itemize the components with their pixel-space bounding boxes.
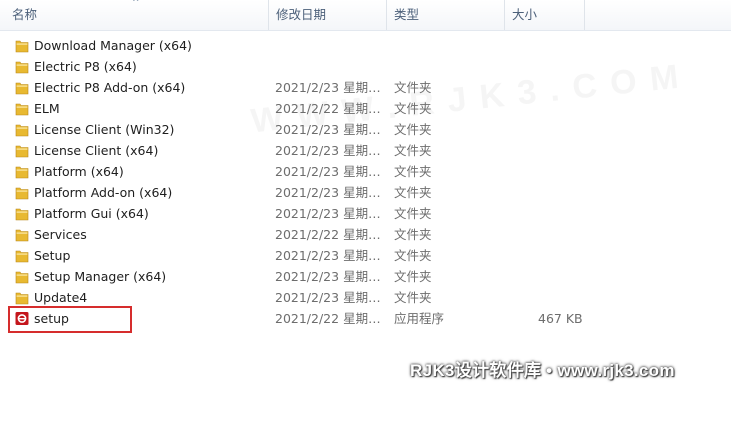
file-date: 2021/2/23 星期… xyxy=(275,248,381,263)
file-name: Platform (x64) xyxy=(34,164,124,179)
column-header-type[interactable]: 类型 xyxy=(386,0,504,30)
file-date: 2021/2/23 星期… xyxy=(275,80,381,95)
folder-icon xyxy=(15,101,29,116)
file-type: 文件夹 xyxy=(394,122,432,137)
file-date: 2021/2/23 星期… xyxy=(275,185,381,200)
folder-icon xyxy=(15,227,29,242)
folder-icon xyxy=(15,80,29,95)
file-name: Setup xyxy=(34,248,71,263)
file-date: 2021/2/22 星期… xyxy=(275,101,381,116)
file-type: 文件夹 xyxy=(394,269,432,284)
column-header-size-label: 大小 xyxy=(512,7,538,22)
file-type: 文件夹 xyxy=(394,290,432,305)
file-explorer-window: 名称 ^ 修改日期 类型 大小 W W W . R J K 3 . C O M … xyxy=(0,0,731,422)
file-name: ELM xyxy=(34,101,60,116)
column-header-bar: 名称 ^ 修改日期 类型 大小 xyxy=(0,0,731,31)
file-row[interactable]: Setup Manager (x64) 2021/2/23 星期… 文件夹 xyxy=(0,266,731,287)
file-date: 2021/2/23 星期… xyxy=(275,122,381,137)
column-divider[interactable] xyxy=(584,0,585,30)
file-date: 2021/2/22 星期… xyxy=(275,311,381,326)
file-date: 2021/2/23 星期… xyxy=(275,206,381,221)
column-header-size[interactable]: 大小 xyxy=(504,0,584,30)
file-name: Platform Gui (x64) xyxy=(34,206,149,221)
file-row[interactable]: License Client (Win32) 2021/2/23 星期… 文件夹 xyxy=(0,119,731,140)
file-row[interactable]: Electric P8 Add-on (x64) 2021/2/23 星期… 文件夹 xyxy=(0,77,731,98)
file-name: Platform Add-on (x64) xyxy=(34,185,173,200)
folder-icon xyxy=(15,248,29,263)
file-type: 应用程序 xyxy=(394,311,445,326)
file-name: Setup Manager (x64) xyxy=(34,269,167,284)
file-type: 文件夹 xyxy=(394,248,432,263)
file-type: 文件夹 xyxy=(394,143,432,158)
file-name: License Client (Win32) xyxy=(34,122,175,137)
column-header-name-label: 名称 xyxy=(12,7,38,22)
file-row[interactable]: Services 2021/2/22 星期… 文件夹 xyxy=(0,224,731,245)
file-type: 文件夹 xyxy=(394,185,432,200)
file-row[interactable]: Platform Add-on (x64) 2021/2/23 星期… 文件夹 xyxy=(0,182,731,203)
sort-ascending-icon: ^ xyxy=(132,0,140,8)
file-name: Download Manager (x64) xyxy=(34,38,192,53)
folder-icon xyxy=(15,269,29,284)
folder-icon xyxy=(15,290,29,305)
folder-icon xyxy=(15,164,29,179)
file-row[interactable]: ELM 2021/2/22 星期… 文件夹 xyxy=(0,98,731,119)
file-type: 文件夹 xyxy=(394,80,432,95)
column-header-date-label: 修改日期 xyxy=(276,7,327,22)
file-type: 文件夹 xyxy=(394,164,432,179)
folder-icon xyxy=(15,143,29,158)
file-row[interactable]: Setup 2021/2/23 星期… 文件夹 xyxy=(0,245,731,266)
file-date: 2021/2/23 星期… xyxy=(275,143,381,158)
file-date: 2021/2/23 星期… xyxy=(275,269,381,284)
file-name: License Client (x64) xyxy=(34,143,159,158)
file-date: 2021/2/22 星期… xyxy=(275,227,381,242)
file-type: 文件夹 xyxy=(394,227,432,242)
file-date: 2021/2/23 星期… xyxy=(275,164,381,179)
file-name: Electric P8 Add-on (x64) xyxy=(34,80,186,95)
file-row[interactable]: Download Manager (x64) xyxy=(0,35,731,56)
file-name: Update4 xyxy=(34,290,88,305)
file-type: 文件夹 xyxy=(394,206,432,221)
file-row[interactable]: License Client (x64) 2021/2/23 星期… 文件夹 xyxy=(0,140,731,161)
file-name: Services xyxy=(34,227,87,242)
folder-icon xyxy=(15,59,29,74)
folder-icon xyxy=(15,122,29,137)
folder-icon xyxy=(15,38,29,53)
file-size: 467 KB xyxy=(538,311,583,326)
folder-icon xyxy=(15,185,29,200)
file-row[interactable]: Platform (x64) 2021/2/23 星期… 文件夹 xyxy=(0,161,731,182)
file-name: Electric P8 (x64) xyxy=(34,59,137,74)
file-date: 2021/2/23 星期… xyxy=(275,290,381,305)
file-type: 文件夹 xyxy=(394,101,432,116)
file-row[interactable]: Electric P8 (x64) xyxy=(0,56,731,77)
watermark-text: RJK3设计软件库 • www.rjk3.com xyxy=(410,361,675,380)
file-list: Download Manager (x64) Electric P8 (x64) E… xyxy=(0,35,731,329)
highlight-annotation-box xyxy=(8,306,132,333)
file-row[interactable]: Platform Gui (x64) 2021/2/23 星期… 文件夹 xyxy=(0,203,731,224)
column-header-type-label: 类型 xyxy=(394,7,420,22)
column-header-date[interactable]: 修改日期 xyxy=(268,0,386,30)
file-row[interactable]: Update4 2021/2/23 星期… 文件夹 xyxy=(0,287,731,308)
folder-icon xyxy=(15,206,29,221)
